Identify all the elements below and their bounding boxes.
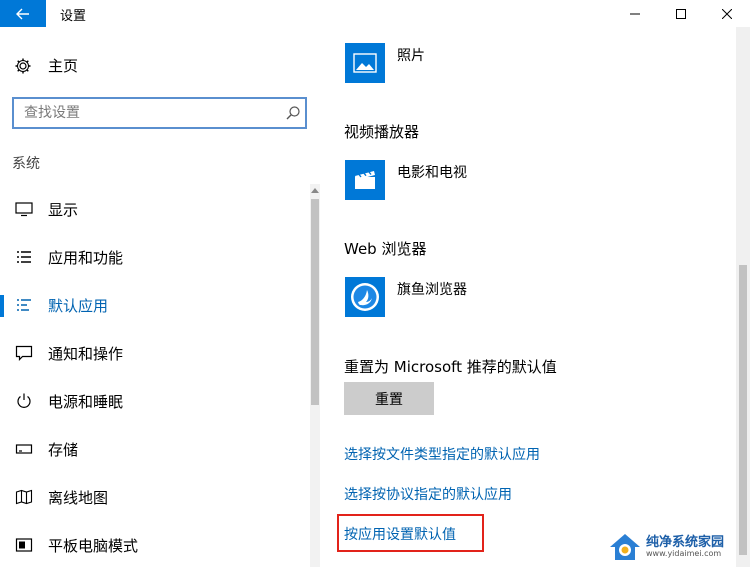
choose-by-protocol-link[interactable]: 选择按协议指定的默认应用 <box>344 484 512 504</box>
movies-tv-app-icon <box>345 160 385 200</box>
sidebar-item-display[interactable]: 显示 <box>0 189 310 229</box>
video-app-name: 电影和电视 <box>397 165 467 181</box>
search-icon[interactable] <box>285 105 301 121</box>
maximize-button[interactable] <box>658 0 704 27</box>
storage-icon <box>15 440 33 458</box>
sidebar-item-label: 电源和睡眠 <box>48 392 124 411</box>
sidebar: 主页 系统 显示 应用和功能 默认应用 通知和操作 <box>0 27 330 567</box>
title-bar: 设置 <box>0 0 750 27</box>
window-title: 设置 <box>60 9 87 24</box>
choose-by-file-type-link[interactable]: 选择按文件类型指定的默认应用 <box>344 444 540 464</box>
sidebar-scrollbar-thumb[interactable] <box>311 199 319 405</box>
photos-app-row[interactable]: 照片 <box>345 43 425 83</box>
search-input[interactable] <box>14 99 274 127</box>
photos-app-name: 照片 <box>397 48 425 64</box>
sidebar-item-label: 通知和操作 <box>48 344 124 363</box>
reset-button[interactable]: 重置 <box>344 382 434 415</box>
main-scrollbar-thumb[interactable] <box>739 265 747 555</box>
sidebar-item-default-apps[interactable]: 默认应用 <box>0 285 310 325</box>
sidebar-item-apps[interactable]: 应用和功能 <box>0 237 310 277</box>
sidebar-item-label: 显示 <box>48 200 79 219</box>
watermark-name: 纯净系统家园 <box>646 534 725 550</box>
notification-icon <box>15 344 33 362</box>
browser-app-name: 旗鱼浏览器 <box>397 282 467 298</box>
sidebar-item-offline-maps[interactable]: 离线地图 <box>0 477 310 517</box>
web-browser-heading: Web 浏览器 <box>344 240 427 258</box>
list-icon <box>15 248 33 266</box>
map-icon <box>15 488 33 506</box>
default-apps-icon <box>15 296 33 314</box>
watermark-url: www.yidaimei.com <box>646 548 722 558</box>
sidebar-item-label: 平板电脑模式 <box>48 536 139 555</box>
monitor-icon <box>15 200 33 218</box>
maximize-icon <box>676 8 686 19</box>
sidebar-item-storage[interactable]: 存储 <box>0 429 310 469</box>
minimize-button[interactable] <box>612 0 658 27</box>
sidebar-item-label: 应用和功能 <box>48 248 124 267</box>
close-icon <box>722 8 732 19</box>
sidebar-item-notifications[interactable]: 通知和操作 <box>0 333 310 373</box>
tablet-icon <box>15 536 33 554</box>
back-arrow-icon <box>16 8 29 19</box>
watermark-logo-icon <box>610 534 640 560</box>
minimize-icon <box>630 13 640 14</box>
video-app-row[interactable]: 电影和电视 <box>345 160 467 200</box>
home-link[interactable]: 主页 <box>14 55 78 76</box>
photos-app-icon <box>345 43 385 83</box>
sidebar-item-label: 存储 <box>48 440 79 459</box>
sidebar-item-label: 离线地图 <box>48 488 109 507</box>
main-content: 照片 视频播放器 电影和电视 Web 浏览器 旗鱼浏览器 重置为 Microso… <box>330 27 750 567</box>
home-label: 主页 <box>48 57 79 75</box>
scroll-up-arrow-icon[interactable] <box>310 184 320 196</box>
browser-app-row[interactable]: 旗鱼浏览器 <box>345 277 467 317</box>
highlight-box <box>337 514 484 552</box>
back-button[interactable] <box>0 0 46 27</box>
close-button[interactable] <box>704 0 750 27</box>
sidebar-item-tablet-mode[interactable]: 平板电脑模式 <box>0 525 310 565</box>
gear-icon <box>15 58 31 73</box>
power-icon <box>15 392 33 410</box>
sidebar-item-label: 默认应用 <box>48 296 109 315</box>
reset-heading: 重置为 Microsoft 推荐的默认值 <box>344 358 557 376</box>
section-label: 系统 <box>12 156 40 172</box>
active-indicator <box>0 295 4 317</box>
sidebar-item-power[interactable]: 电源和睡眠 <box>0 381 310 421</box>
watermark: 纯净系统家园 www.yidaimei.com <box>608 528 748 566</box>
browser-app-icon <box>345 277 385 317</box>
search-box[interactable] <box>12 97 307 129</box>
video-player-heading: 视频播放器 <box>344 123 420 141</box>
